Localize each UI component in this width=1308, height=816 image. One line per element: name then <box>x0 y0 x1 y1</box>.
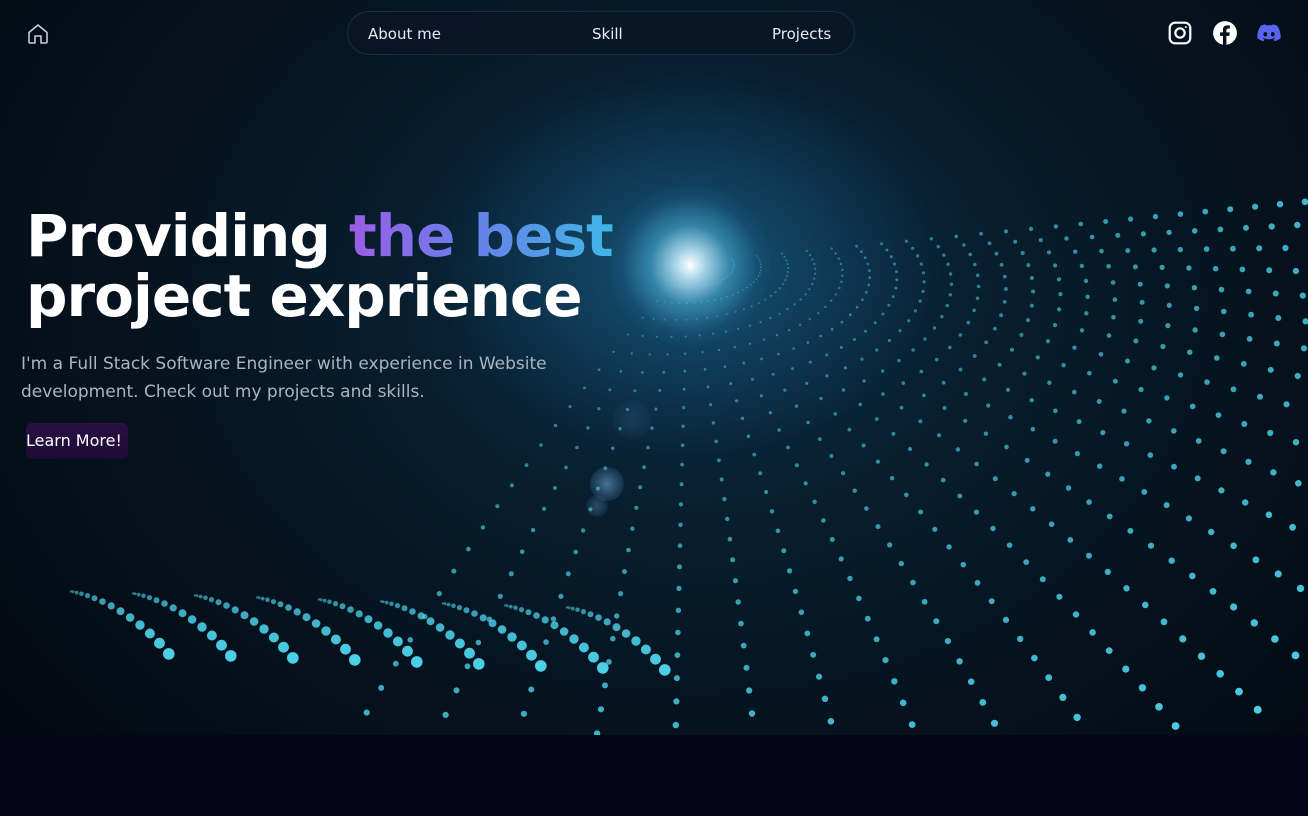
hero-title-part1: Providing <box>26 202 350 270</box>
light-glow <box>610 185 770 345</box>
nav-about-me[interactable]: About me <box>368 25 441 43</box>
hero-title-highlight: the best <box>349 202 614 270</box>
nav-projects[interactable]: Projects <box>772 25 831 43</box>
next-section <box>0 735 1308 816</box>
main-nav: About me Skill Projects <box>347 11 855 55</box>
nav-skill[interactable]: Skill <box>592 25 623 43</box>
discord-icon[interactable] <box>1256 20 1282 46</box>
instagram-icon[interactable] <box>1167 20 1193 46</box>
hero-subtitle: I'm a Full Stack Software Engineer with … <box>21 354 547 402</box>
lens-flare <box>612 400 652 440</box>
hero-title: Providing the best project exprience <box>26 206 614 326</box>
learn-more-button[interactable]: Learn More! <box>26 423 128 459</box>
lens-flare <box>586 495 608 517</box>
facebook-icon[interactable] <box>1212 20 1238 46</box>
hero-title-line2: project exprience <box>26 262 583 330</box>
home-icon[interactable] <box>26 22 50 46</box>
